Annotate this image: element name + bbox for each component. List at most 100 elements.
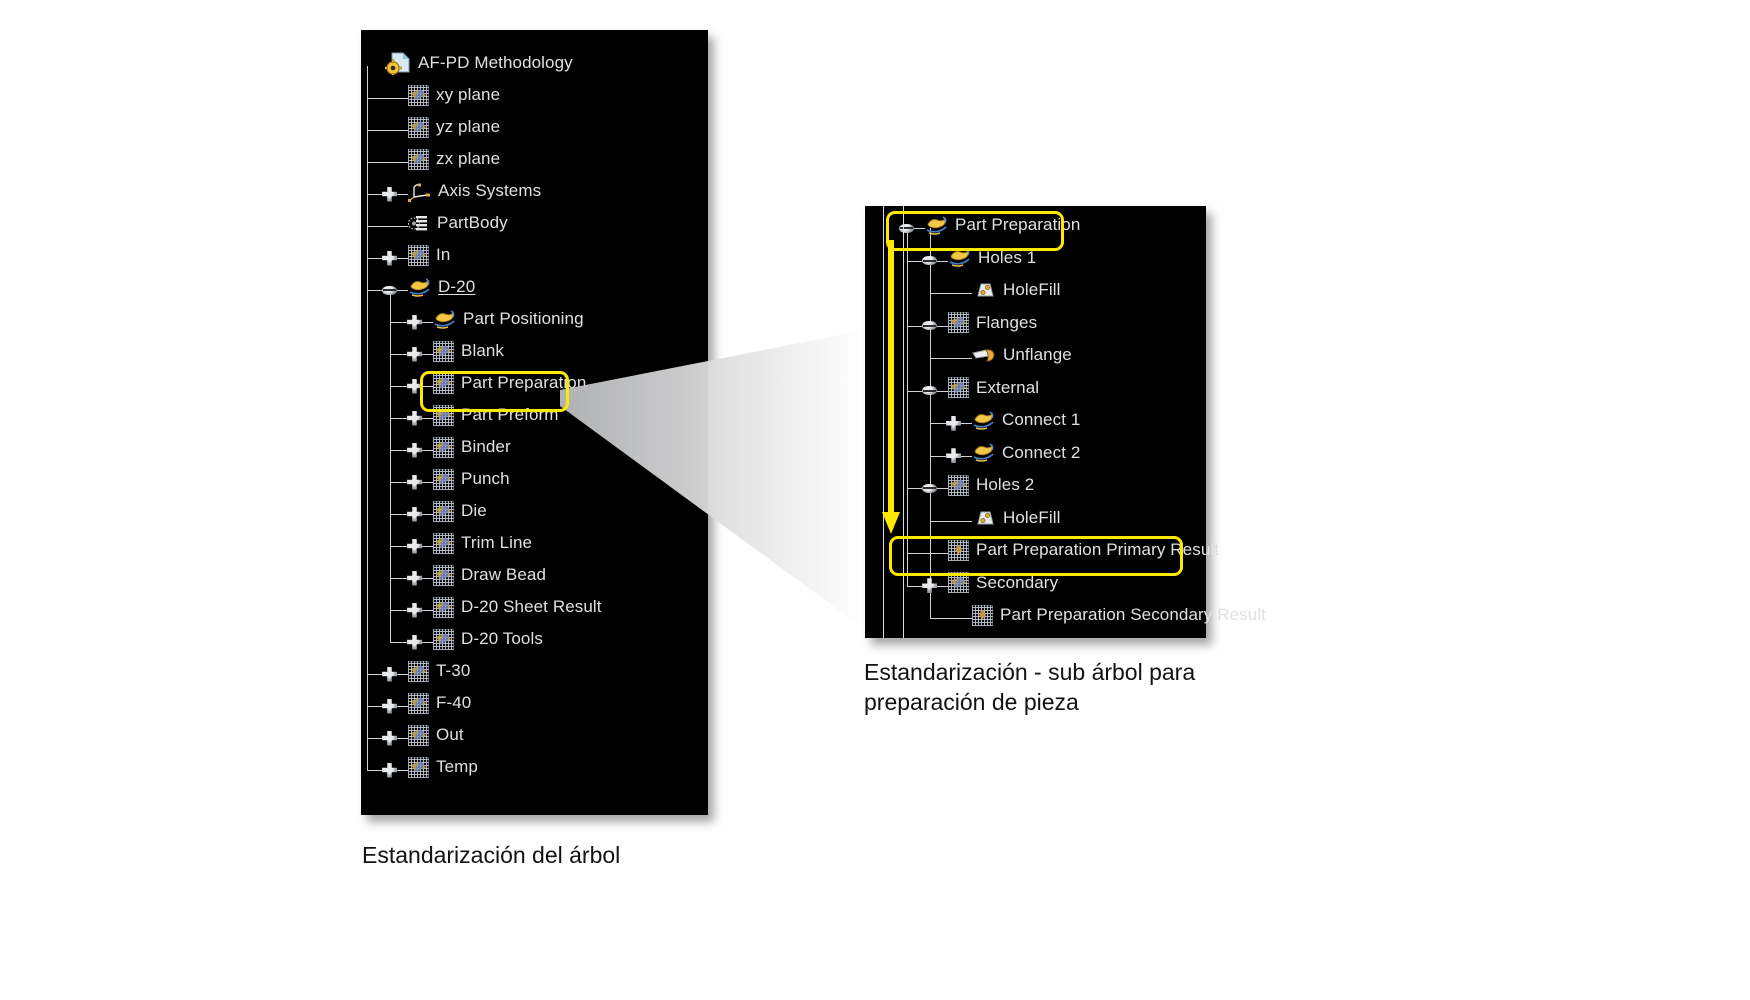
tree-node-row[interactable]: Holes 1 xyxy=(948,245,1036,271)
tree-node-row[interactable]: F-40 xyxy=(408,690,471,716)
tree-connector-line xyxy=(367,66,368,770)
tree-node-row[interactable]: T-30 xyxy=(408,658,470,684)
tree-node-row[interactable]: Punch xyxy=(433,466,510,492)
tree-node-row[interactable]: D-20 xyxy=(408,274,475,300)
tree-node-row[interactable]: Draw Bead xyxy=(433,562,546,588)
tree-node-label: External xyxy=(976,377,1040,397)
tree-node-row[interactable]: Blank xyxy=(433,338,504,364)
feature-set-icon xyxy=(433,436,454,458)
tree-node-row[interactable]: Unflange xyxy=(972,342,1072,368)
tree-connector-line xyxy=(930,358,972,360)
expand-node-icon[interactable] xyxy=(407,410,422,426)
collapse-node-icon[interactable] xyxy=(922,318,937,333)
tree-node-row[interactable]: Part Preparation Secondary Result xyxy=(972,602,1266,628)
result-icon xyxy=(948,539,969,561)
tree-node-row[interactable]: Trim Line xyxy=(433,530,532,556)
expand-node-icon[interactable] xyxy=(946,415,961,431)
unflange-icon xyxy=(972,346,996,364)
collapse-node-icon[interactable] xyxy=(922,383,937,398)
collapse-node-icon[interactable] xyxy=(922,253,937,268)
feature-set-icon xyxy=(948,312,969,333)
feature-set-icon xyxy=(433,404,454,426)
collapse-node-icon[interactable] xyxy=(922,481,937,496)
expand-node-icon[interactable] xyxy=(407,570,422,586)
tree-connector-line xyxy=(907,553,948,555)
plane-icon xyxy=(408,84,429,106)
stamping-icon xyxy=(948,247,971,268)
plane-icon xyxy=(408,116,429,138)
tree-node-label: yz plane xyxy=(436,117,501,136)
tree-node-row[interactable]: D-20 Tools xyxy=(433,626,543,652)
expand-node-icon[interactable] xyxy=(407,346,422,362)
expand-node-icon[interactable] xyxy=(946,448,961,464)
tree-node-row[interactable]: Part Positioning xyxy=(433,306,584,332)
tree-node-label: Out xyxy=(436,725,464,744)
expand-node-icon[interactable] xyxy=(382,730,397,746)
feature-set-icon xyxy=(408,244,429,266)
collapse-node-icon[interactable] xyxy=(899,221,914,236)
tree-node-row[interactable]: HoleFill xyxy=(972,277,1060,303)
tree-node-row[interactable]: Die xyxy=(433,498,487,524)
tree-node-label: Connect 1 xyxy=(1002,410,1081,429)
expand-node-icon[interactable] xyxy=(407,314,422,330)
feature-set-icon xyxy=(408,660,429,682)
tree-node-label: Holes 1 xyxy=(978,247,1037,267)
expand-node-icon[interactable] xyxy=(407,442,422,458)
tree-node-label: Blank xyxy=(461,341,505,360)
tree-node-label: Secondary xyxy=(976,572,1059,592)
expand-node-icon[interactable] xyxy=(382,762,397,778)
tree-node-row[interactable]: Binder xyxy=(433,434,511,460)
tree-node-label: zx plane xyxy=(436,149,501,168)
tree-node-row[interactable]: Connect 2 xyxy=(972,440,1080,466)
expand-node-icon[interactable] xyxy=(407,538,422,554)
tree-node-label: Part Preparation Secondary Result xyxy=(1000,605,1266,624)
tree-node-label: Die xyxy=(461,501,487,520)
collapse-node-icon[interactable] xyxy=(382,283,397,298)
left-panel-caption: Estandarización del árbol xyxy=(362,842,621,868)
tree-node-row[interactable]: Holes 2 xyxy=(948,472,1034,498)
expand-node-icon[interactable] xyxy=(382,186,397,202)
feature-set-icon xyxy=(433,468,454,490)
expand-node-icon[interactable] xyxy=(382,666,397,682)
expand-node-icon[interactable] xyxy=(407,474,422,490)
tree-connector-line xyxy=(930,293,972,295)
tree-node-row[interactable]: Temp xyxy=(408,754,478,780)
expand-node-icon[interactable] xyxy=(922,578,937,594)
tree-node-label: Axis Systems xyxy=(438,181,542,200)
tree-node-row[interactable]: Secondary xyxy=(948,570,1058,596)
expand-node-icon[interactable] xyxy=(382,698,397,714)
tree-node-row[interactable]: yz plane xyxy=(408,114,500,140)
tree-connector-line xyxy=(367,162,408,163)
tree-node-label: PartBody xyxy=(437,213,508,232)
tree-node-row[interactable]: xy plane xyxy=(408,82,500,108)
tree-node-row[interactable]: Connect 1 xyxy=(972,407,1080,433)
expand-node-icon[interactable] xyxy=(407,506,422,522)
tree-node-label: D-20 xyxy=(438,277,476,296)
tree-node-row[interactable]: In xyxy=(408,242,450,268)
expand-node-icon[interactable] xyxy=(407,378,422,394)
tree-node-row[interactable]: zx plane xyxy=(408,146,500,172)
tree-node-row[interactable]: Axis Systems xyxy=(408,178,541,204)
tree-node-label: In xyxy=(436,245,451,264)
feature-set-icon xyxy=(948,377,969,398)
expand-node-icon[interactable] xyxy=(382,250,397,266)
tree-node-row[interactable]: AF-PD Methodology xyxy=(384,50,573,77)
tree-node-row[interactable]: Part Preparation Primary Result xyxy=(948,537,1219,563)
tree-node-row[interactable]: Part Preparation xyxy=(925,212,1080,238)
expand-node-icon[interactable] xyxy=(407,634,422,650)
tree-node-label: Part Preparation Primary Result xyxy=(976,540,1220,559)
tree-node-row[interactable]: Out xyxy=(408,722,464,748)
tree-node-row[interactable]: Part Preform xyxy=(433,402,559,428)
holefill-icon xyxy=(972,281,996,299)
tree-node-label: Trim Line xyxy=(461,533,533,552)
tree-node-row[interactable]: PartBody xyxy=(407,210,508,236)
tree-node-label: D-20 Tools xyxy=(461,629,543,648)
expand-node-icon[interactable] xyxy=(407,602,422,618)
stamping-icon xyxy=(433,309,456,330)
tree-node-row[interactable]: External xyxy=(948,375,1039,401)
tree-node-row[interactable]: HoleFill xyxy=(972,505,1060,531)
tree-node-row[interactable]: Flanges xyxy=(948,310,1037,336)
feature-set-icon xyxy=(433,500,454,522)
feature-set-icon xyxy=(408,724,429,746)
feature-set-icon xyxy=(433,564,454,586)
